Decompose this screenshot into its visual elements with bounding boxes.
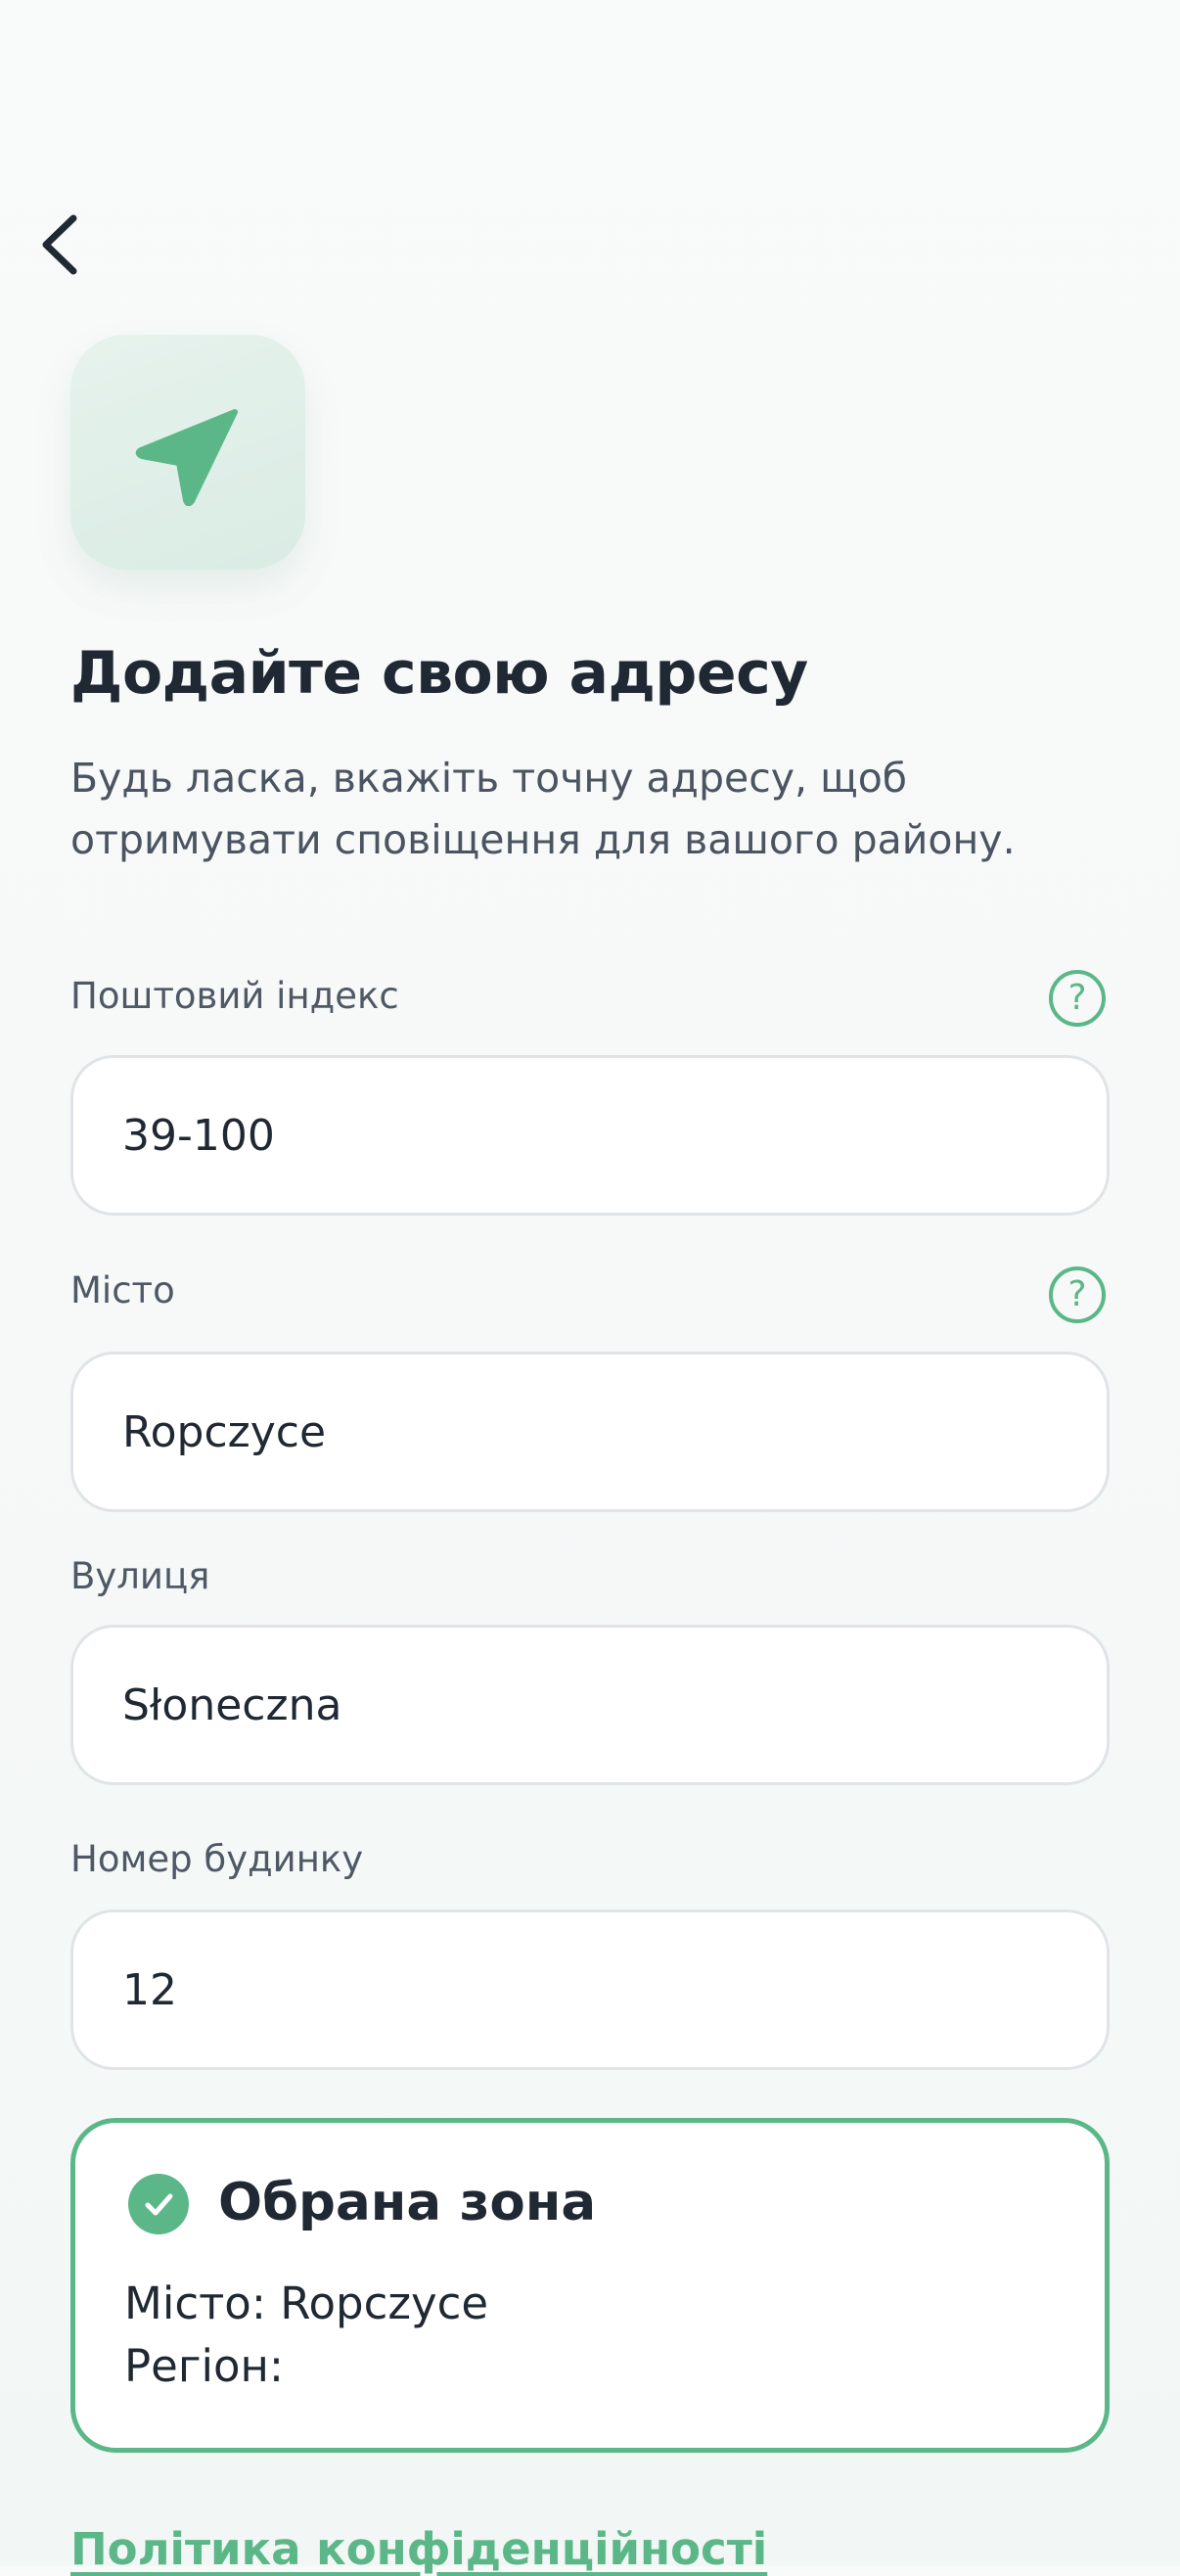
street-label: Вулиця [70,1555,210,1597]
zone-region: Регіон: [124,2340,285,2392]
question-circle-icon[interactable]: ? [1049,1266,1106,1323]
zone-city: Місто: Ropczyce [124,2277,489,2329]
page-title: Додайте свою адресу [70,639,808,708]
page-subtitle: Будь ласка, вкажіть точну адресу, щоб от… [70,755,1016,863]
privacy-policy-link[interactable]: Політика конфіденційності [70,2523,767,2576]
city-input[interactable] [70,1352,1110,1512]
zone-title: Обрана зона [218,2173,597,2232]
city-label: Місто [70,1269,175,1311]
postal-code-label: Поштовий індекс [70,975,399,1017]
selected-zone-card: Обрана зона Місто: Ropczyce Регіон: [70,2118,1110,2453]
house-number-label: Номер будинку [70,1838,364,1880]
location-app-icon [70,335,305,570]
back-button[interactable] [22,201,96,289]
navigation-arrow-icon [135,409,238,506]
question-circle-icon[interactable]: ? [1049,970,1106,1027]
house-number-input[interactable] [70,1909,1110,2070]
postal-code-input[interactable] [70,1055,1110,1216]
street-input[interactable] [70,1625,1110,1785]
check-circle-icon [128,2174,189,2234]
chevron-left-icon [42,214,77,275]
